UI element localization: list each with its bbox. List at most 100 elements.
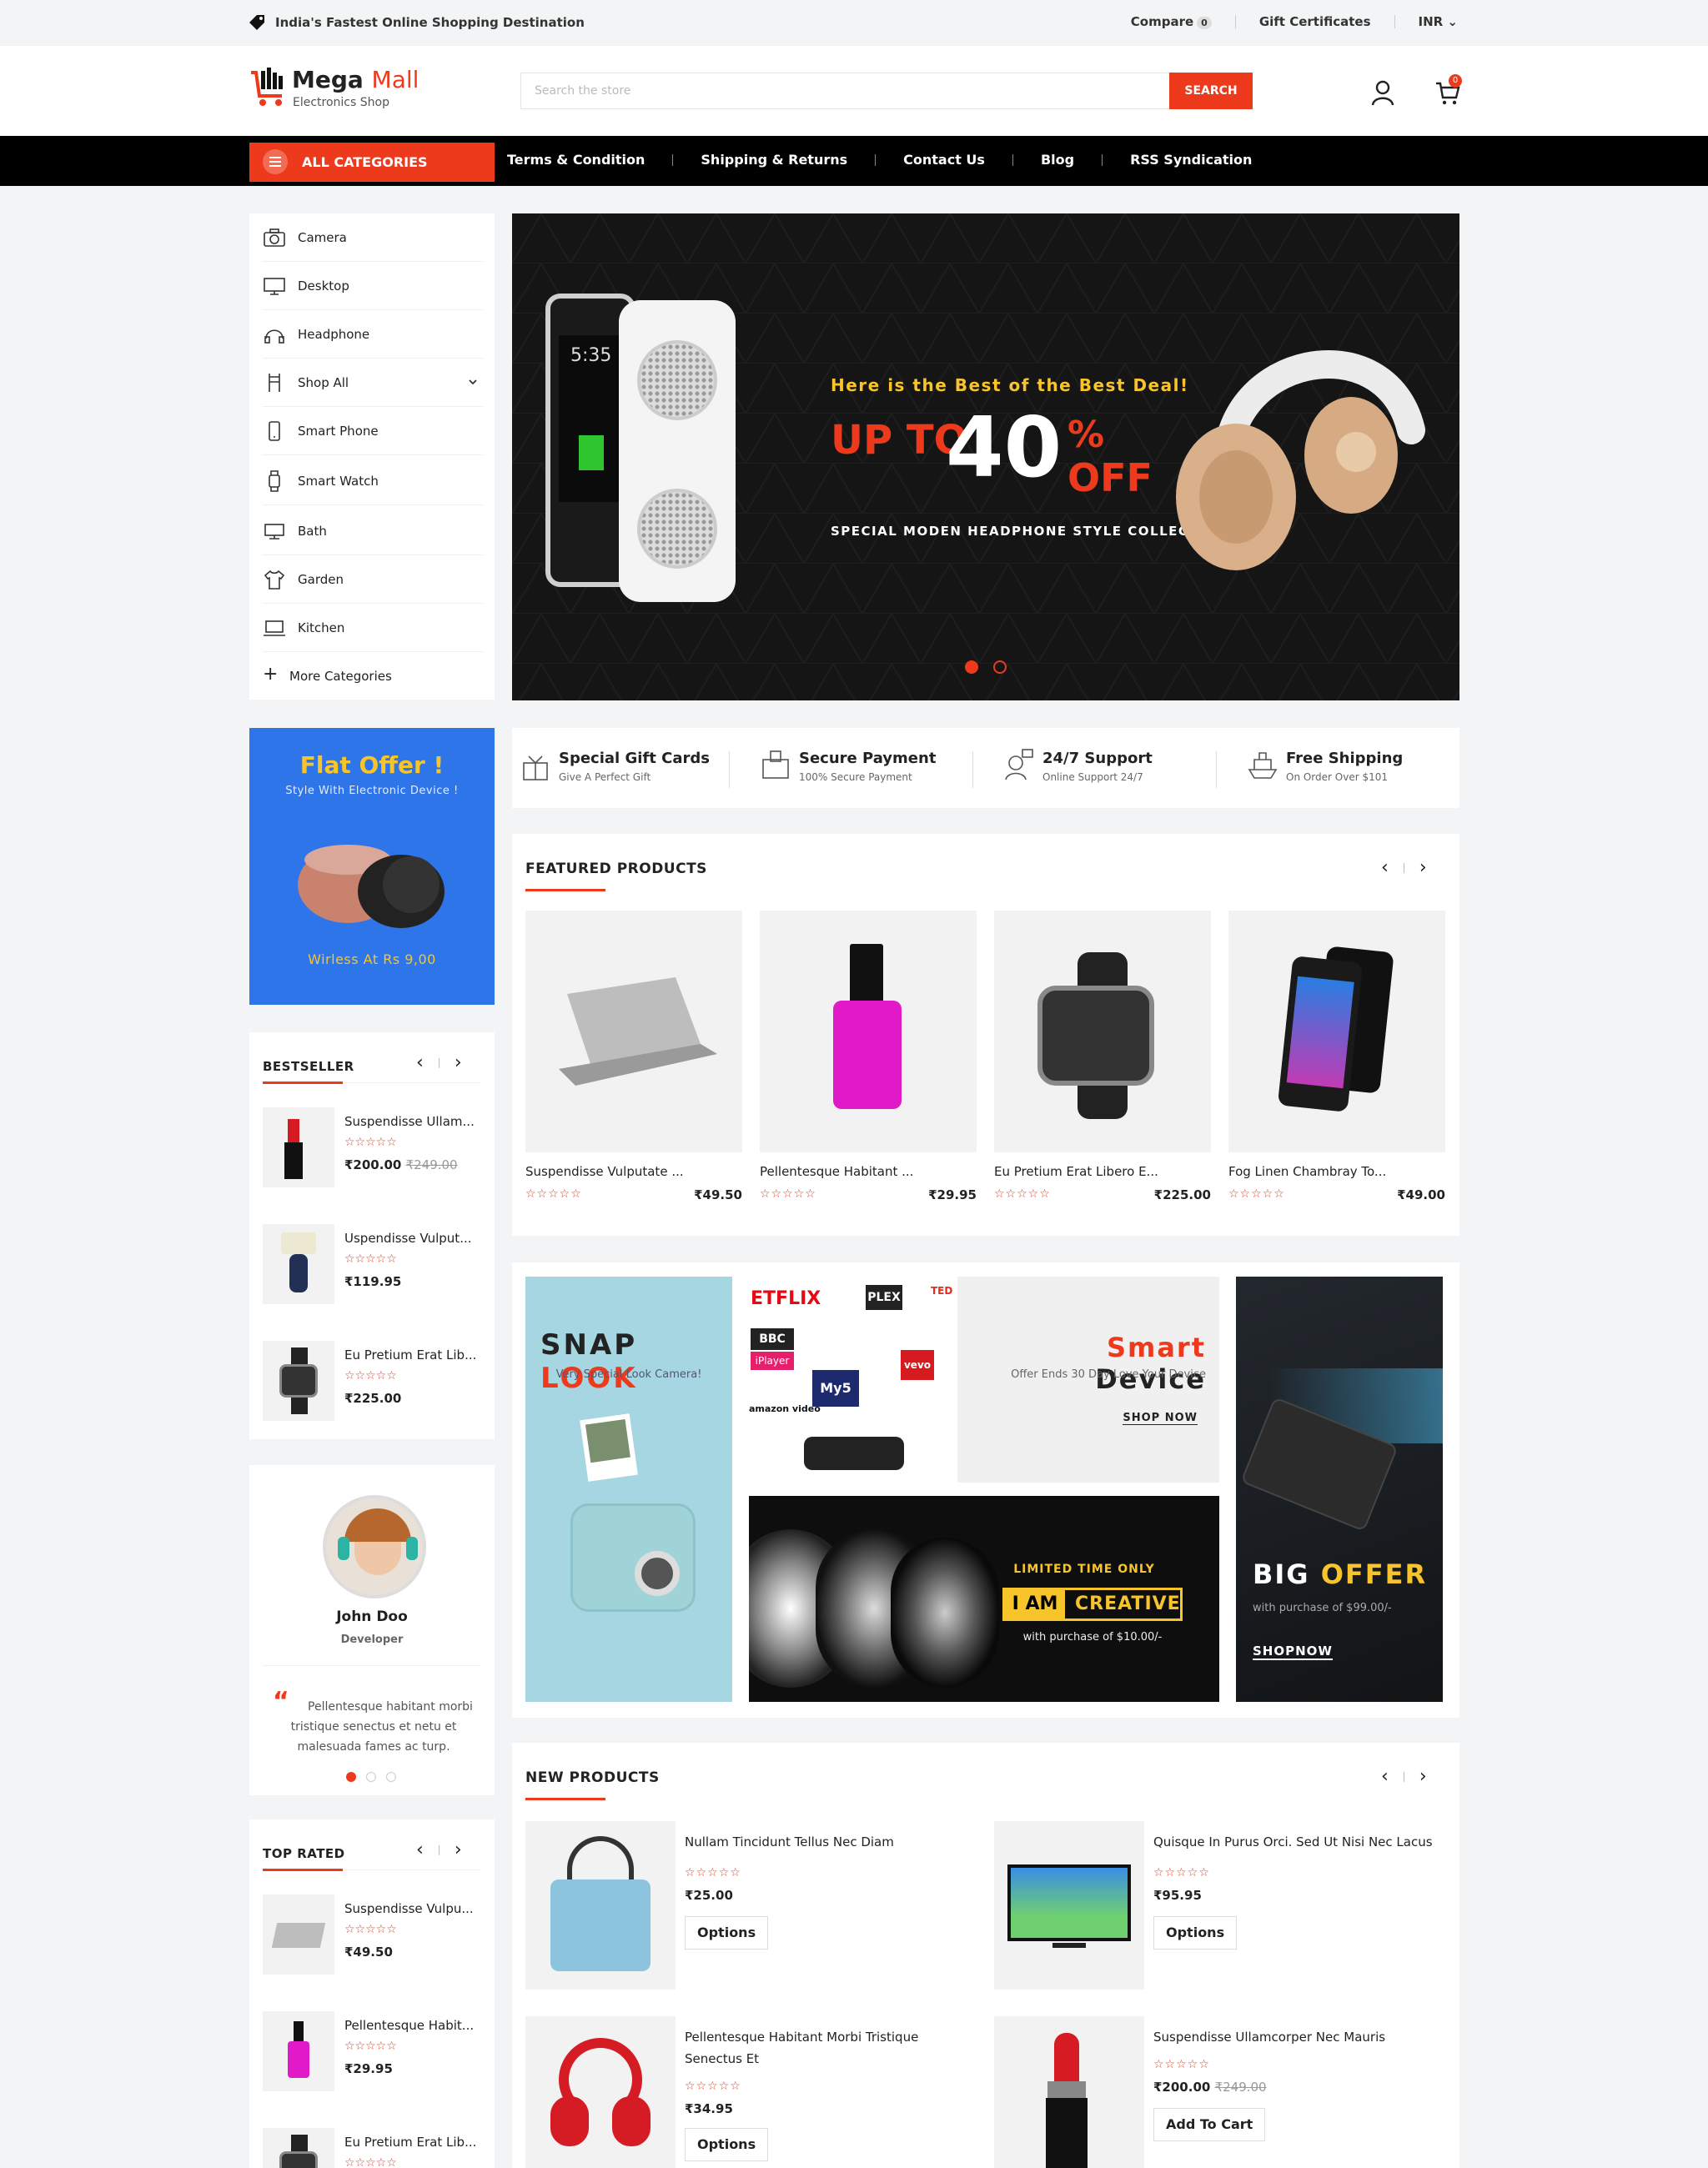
- product-card[interactable]: Pellentesque Habitant ... ☆☆☆☆☆ ₹29.95: [760, 911, 977, 1202]
- category-label: Shop All: [298, 374, 349, 390]
- divider: [1234, 15, 1236, 28]
- category-more[interactable]: + More Categories: [263, 652, 483, 700]
- search-button[interactable]: SEARCH: [1169, 73, 1253, 109]
- currency-selector[interactable]: INR ⌄: [1419, 14, 1459, 29]
- gift-certificates-link[interactable]: Gift Certificates: [1259, 14, 1371, 29]
- testimonial-dot[interactable]: [366, 1772, 376, 1782]
- category-bath[interactable]: Bath: [263, 507, 483, 555]
- product-image-laptop[interactable]: [525, 911, 742, 1152]
- product-image-phone[interactable]: [1228, 911, 1445, 1152]
- laptop-image: [263, 1894, 334, 1975]
- product-name[interactable]: Suspendisse Vulpu...: [344, 1901, 474, 1916]
- options-button[interactable]: Options: [685, 2128, 769, 2161]
- product-card[interactable]: Fog Linen Chambray To... ☆☆☆☆☆ ₹49.00: [1228, 911, 1445, 1202]
- list-item[interactable]: Suspendisse Ullam... ☆☆☆☆☆ ₹200.00 ₹249.…: [263, 1107, 481, 1191]
- product-card[interactable]: Suspendisse Vulputate ... ☆☆☆☆☆ ₹49.50: [525, 911, 742, 1202]
- category-desktop[interactable]: Desktop: [263, 262, 483, 310]
- category-smart-phone[interactable]: Smart Phone: [263, 407, 483, 455]
- product-name[interactable]: Suspendisse Ullam...: [344, 1114, 475, 1129]
- red-headphone-image: [525, 2016, 676, 2168]
- nav-link-terms[interactable]: Terms & Condition: [507, 152, 672, 168]
- category-headphone[interactable]: Headphone: [263, 310, 483, 359]
- chevron-left-icon[interactable]: ‹: [1381, 1766, 1389, 1787]
- big-offer-banner[interactable]: BIG OFFER with purchase of $99.00/- SHOP…: [1236, 1277, 1443, 1702]
- logo-title[interactable]: Mega Mall: [292, 66, 419, 93]
- smart-device-banner[interactable]: ETFLIX PLEX TED BBC iPlayer My5 vevo ama…: [749, 1277, 1219, 1483]
- options-button[interactable]: Options: [1153, 1916, 1238, 1950]
- product-card[interactable]: Eu Pretium Erat Libero E... ☆☆☆☆☆ ₹225.00: [994, 911, 1211, 1202]
- streaming-logo: PLEX: [866, 1285, 902, 1310]
- hero-slider[interactable]: 5:35 Here is the Best of the Best Deal! …: [512, 213, 1459, 700]
- flat-offer-banner[interactable]: Flat Offer ! Style With Electronic Devic…: [249, 728, 495, 1005]
- shop-now-link[interactable]: SHOP NOW: [1123, 1412, 1198, 1425]
- product-name[interactable]: Fog Linen Chambray To...: [1228, 1164, 1445, 1179]
- chevron-left-icon[interactable]: ‹: [416, 1839, 424, 1860]
- nav-link-contact[interactable]: Contact Us: [876, 152, 1012, 168]
- slider-dot-active[interactable]: [965, 660, 978, 674]
- new-product-item[interactable]: Pellentesque Habitant Morbi Tristique Se…: [525, 2016, 976, 2168]
- product-name[interactable]: Pellentesque Habitant ...: [760, 1164, 977, 1179]
- list-item[interactable]: Suspendisse Vulpu... ☆☆☆☆☆ ₹49.50: [263, 1894, 481, 1978]
- product-name[interactable]: Eu Pretium Erat Lib...: [344, 2135, 476, 2150]
- nav-link-blog[interactable]: Blog: [1013, 152, 1102, 168]
- chevron-right-icon[interactable]: ›: [1419, 1766, 1427, 1787]
- new-product-item[interactable]: Nullam Tincidunt Tellus Nec Diam ☆☆☆☆☆ ₹…: [525, 1821, 976, 1992]
- add-to-cart-button[interactable]: Add To Cart: [1153, 2108, 1266, 2141]
- smart-title: Smart Device: [1095, 1332, 1206, 1395]
- product-image-watch[interactable]: [994, 911, 1211, 1152]
- chevron-right-icon[interactable]: ›: [455, 1839, 462, 1860]
- category-garden[interactable]: Garden: [263, 555, 483, 604]
- product-name[interactable]: Quisque In Purus Orci. Sed Ut Nisi Nec L…: [1153, 1831, 1437, 1853]
- list-item[interactable]: Eu Pretium Erat Lib... ☆☆☆☆☆ ₹225.00: [263, 1341, 481, 1424]
- chevron-left-icon[interactable]: ‹: [1381, 857, 1389, 878]
- battery-icon: [579, 435, 604, 470]
- product-image-nailpolish[interactable]: [760, 911, 977, 1152]
- creative-banner[interactable]: LIMITED TIME ONLY I AM CREATIVE with pur…: [749, 1496, 1219, 1702]
- product-price: ₹225.00: [1153, 1187, 1211, 1202]
- nav-link-shipping[interactable]: Shipping & Returns: [673, 152, 875, 168]
- product-name[interactable]: Suspendisse Vulputate ...: [525, 1164, 742, 1179]
- compare-link[interactable]: Compare 0: [1131, 14, 1212, 29]
- product-name[interactable]: Eu Pretium Erat Lib...: [344, 1347, 476, 1363]
- new-product-item[interactable]: Quisque In Purus Orci. Sed Ut Nisi Nec L…: [994, 1821, 1444, 1992]
- hero-percent: %: [1068, 414, 1105, 456]
- lipstick-image: [994, 2016, 1144, 2168]
- search-input[interactable]: Search the store: [520, 73, 1171, 109]
- product-name[interactable]: Pellentesque Habit...: [344, 2018, 474, 2033]
- rating-stars: ☆☆☆☆☆: [344, 1252, 397, 1266]
- bottle-body: [833, 1001, 902, 1109]
- list-item[interactable]: Pellentesque Habit... ☆☆☆☆☆ ₹29.95: [263, 2011, 481, 2095]
- all-categories-button[interactable]: ALL CATEGORIES: [249, 143, 495, 182]
- user-icon[interactable]: [1370, 79, 1395, 106]
- product-name[interactable]: Pellentesque Habitant Morbi Tristique Se…: [685, 2026, 968, 2070]
- category-smart-watch[interactable]: Smart Watch: [263, 457, 483, 505]
- product-name[interactable]: Eu Pretium Erat Libero E...: [994, 1164, 1211, 1179]
- product-name[interactable]: Nullam Tincidunt Tellus Nec Diam: [685, 1831, 968, 1853]
- testimonial-dot-active[interactable]: [346, 1772, 356, 1782]
- nav-link-rss[interactable]: RSS Syndication: [1103, 152, 1279, 168]
- category-kitchen[interactable]: Kitchen: [263, 604, 483, 652]
- streaming-logo: My5: [812, 1370, 859, 1407]
- category-label: Desktop: [298, 278, 349, 294]
- list-item[interactable]: Eu Pretium Erat Lib... ☆☆☆☆☆: [263, 2128, 481, 2168]
- shopnow-link[interactable]: SHOPNOW: [1253, 1644, 1333, 1660]
- watch-face: [1037, 986, 1154, 1086]
- chevron-down-icon[interactable]: [468, 377, 478, 387]
- snap-look-banner[interactable]: SNAP LOOK Very Special Look Camera!: [525, 1277, 732, 1702]
- rating-stars: ☆☆☆☆☆: [760, 1187, 816, 1201]
- category-shop-all[interactable]: Shop All: [263, 359, 483, 407]
- streaming-logo: amazon video: [749, 1403, 821, 1414]
- product-name[interactable]: Suspendisse Ullamcorper Nec Mauris: [1153, 2026, 1437, 2048]
- category-label: Garden: [298, 571, 344, 587]
- options-button[interactable]: Options: [685, 1916, 769, 1950]
- list-item[interactable]: Uspendisse Vulput... ☆☆☆☆☆ ₹119.95: [263, 1224, 481, 1307]
- chevron-left-icon[interactable]: ‹: [416, 1052, 424, 1073]
- slider-dot[interactable]: [993, 660, 1007, 674]
- chevron-right-icon[interactable]: ›: [1419, 857, 1427, 878]
- new-product-item[interactable]: Suspendisse Ullamcorper Nec Mauris ☆☆☆☆☆…: [994, 2016, 1444, 2168]
- title-underline: [525, 1798, 605, 1800]
- chevron-right-icon[interactable]: ›: [455, 1052, 462, 1073]
- product-name[interactable]: Uspendisse Vulput...: [344, 1231, 472, 1246]
- testimonial-dot[interactable]: [386, 1772, 396, 1782]
- category-camera[interactable]: Camera: [263, 213, 483, 262]
